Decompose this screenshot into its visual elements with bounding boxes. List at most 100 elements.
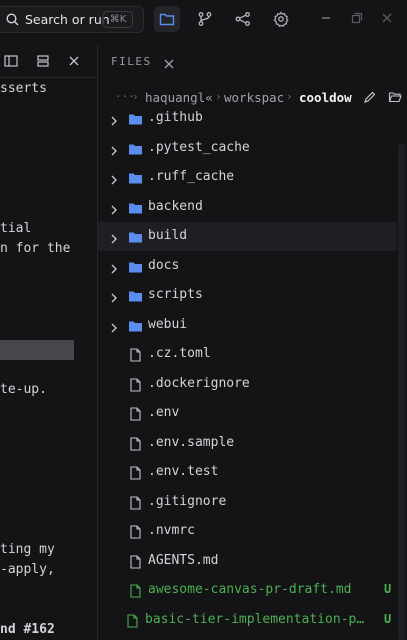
folder-icon	[128, 111, 143, 125]
file-icon	[128, 495, 143, 510]
folder-icon	[128, 229, 143, 243]
folder-row[interactable]: docs	[98, 252, 397, 281]
command-search[interactable]: Search or run ⌘K	[0, 6, 144, 33]
file-row[interactable]: .gitignore	[98, 488, 397, 517]
close-panel-icon[interactable]	[67, 53, 81, 67]
graph-button[interactable]	[230, 6, 256, 32]
chevron-right-icon[interactable]	[108, 112, 120, 126]
chat-text-line: -apply,	[0, 562, 55, 577]
file-row[interactable]: .env.test	[98, 458, 397, 487]
highlighted-block	[0, 340, 74, 360]
search-label: Search or run	[25, 12, 110, 27]
file-name: AGENTS.md	[148, 552, 219, 568]
search-shortcut: ⌘K	[103, 11, 133, 28]
folder-icon	[159, 13, 175, 26]
file-icon	[128, 524, 143, 539]
folder-icon	[128, 200, 143, 214]
file-row[interactable]: .dockerignore	[98, 370, 397, 399]
maximize-icon[interactable]	[349, 10, 365, 26]
chevron-right-icon[interactable]	[108, 319, 120, 332]
chat-text-line: tial	[0, 221, 32, 236]
file-icon	[128, 347, 143, 362]
file-row[interactable]: awesome-canvas-pr-draft.md U	[98, 576, 397, 605]
title-bar: Search or run ⌘K	[0, 0, 407, 37]
file-name: build	[148, 228, 188, 243]
file-name: .env.test	[148, 464, 219, 479]
scrollbar[interactable]	[398, 144, 405, 640]
search-icon	[5, 12, 20, 27]
files-title: FILES	[111, 55, 152, 68]
file-icon	[125, 613, 140, 628]
file-icon	[128, 406, 143, 421]
file-name: docs	[148, 257, 180, 273]
file-name: .env.sample	[148, 434, 235, 450]
chevron-right-icon: ›	[286, 90, 293, 103]
chat-text-line: te-up.	[0, 382, 47, 397]
chat-panel-header	[0, 44, 97, 78]
folder-row[interactable]: backend	[98, 193, 397, 222]
chevron-right-icon[interactable]	[108, 289, 120, 303]
layout-icon[interactable]	[36, 53, 50, 67]
minimize-icon[interactable]	[318, 10, 334, 26]
chat-text-line: nd #162	[0, 622, 55, 637]
file-name: webui	[148, 316, 188, 332]
folder-row[interactable]: scripts	[98, 281, 397, 310]
chevron-right-icon: ›	[215, 90, 222, 103]
file-row[interactable]: .env	[98, 399, 397, 428]
chevron-right-icon[interactable]	[108, 171, 120, 185]
settings-button[interactable]	[268, 6, 294, 32]
open-folder-icon[interactable]	[388, 90, 402, 104]
chevron-right-icon[interactable]	[108, 260, 120, 273]
folder-icon	[128, 259, 143, 273]
file-name: basic-tier-implementation-p…	[145, 611, 365, 627]
file-name: scripts	[148, 287, 203, 302]
breadcrumb-current[interactable]: cooldow	[299, 90, 352, 105]
split-view-icon[interactable]	[4, 53, 18, 67]
files-panel: FILES ··· › haquangl« › workspac › coold…	[98, 44, 407, 640]
git-status-badge: U	[384, 611, 392, 626]
file-row[interactable]: .env.sample	[98, 429, 397, 458]
file-name: .cz.toml	[148, 346, 211, 361]
chevron-right-icon[interactable]	[108, 230, 120, 244]
files-header: FILES	[98, 44, 407, 79]
git-branch-icon	[198, 12, 212, 26]
file-icon	[128, 377, 143, 392]
chat-text-line: n for the	[0, 241, 71, 256]
explorer-button[interactable]	[154, 6, 180, 32]
file-name: backend	[148, 198, 203, 214]
file-name: .pytest_cache	[148, 139, 250, 155]
file-icon	[128, 465, 143, 480]
folder-row[interactable]: .pytest_cache	[98, 134, 397, 163]
chevron-right-icon[interactable]	[108, 201, 120, 214]
file-row[interactable]: AGENTS.md	[98, 547, 397, 576]
file-name: .gitignore	[148, 493, 227, 509]
close-icon[interactable]	[163, 55, 175, 69]
folder-row[interactable]: build	[98, 222, 397, 251]
folder-row[interactable]: .ruff_cache	[98, 163, 397, 192]
folder-icon	[128, 170, 143, 184]
edit-icon[interactable]	[363, 90, 377, 104]
folder-row[interactable]: .github	[98, 104, 397, 133]
chat-text-line: ting my	[0, 542, 55, 557]
chevron-right-icon: ›	[132, 90, 139, 103]
file-row[interactable]: .cz.toml	[98, 340, 397, 369]
folder-icon	[128, 288, 143, 302]
file-name: .nvmrc	[148, 523, 195, 538]
graph-icon	[235, 12, 250, 26]
file-name: .github	[148, 110, 203, 125]
file-name: .ruff_cache	[148, 169, 235, 184]
file-row[interactable]: .nvmrc	[98, 517, 397, 546]
file-name: awesome-canvas-pr-draft.md	[148, 582, 352, 597]
breadcrumb-item[interactable]: workspac	[224, 90, 284, 105]
folder-row[interactable]: webui	[98, 311, 397, 340]
file-name: .dockerignore	[148, 375, 250, 391]
folder-icon	[128, 318, 143, 332]
source-control-button[interactable]	[192, 6, 218, 32]
chevron-right-icon[interactable]	[108, 142, 120, 155]
file-row[interactable]: basic-tier-implementation-p… U	[98, 606, 397, 635]
breadcrumb-item[interactable]: haquangl«	[145, 90, 213, 105]
close-icon[interactable]	[379, 10, 395, 26]
git-status-badge: U	[384, 582, 392, 596]
settings-icon	[273, 11, 289, 27]
file-icon	[128, 436, 143, 451]
